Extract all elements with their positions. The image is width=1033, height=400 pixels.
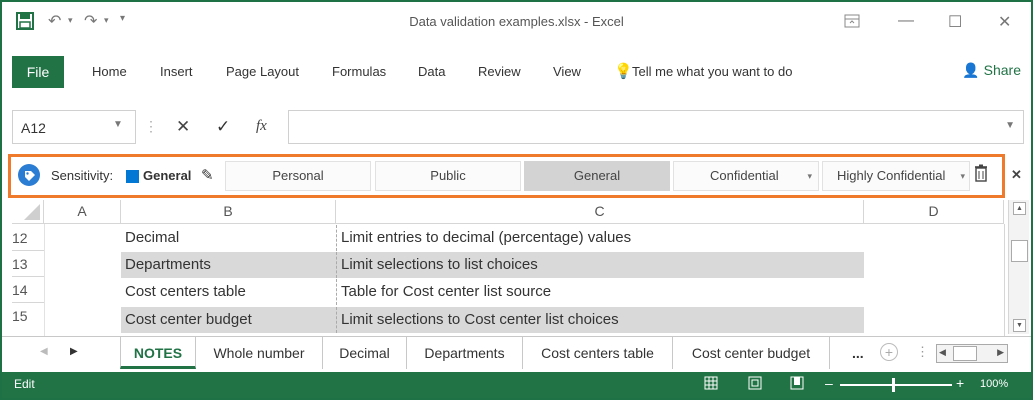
option-general[interactable]: General	[524, 161, 670, 191]
formula-input[interactable]: ▼	[288, 110, 1024, 144]
tab-formulas[interactable]: Formulas	[332, 64, 386, 79]
sheet-tab-cost-centers-table[interactable]: Cost centers table	[523, 337, 673, 369]
zoom-slider-thumb[interactable]	[892, 378, 895, 392]
cell-mode: Edit	[14, 377, 35, 391]
expand-formula-bar-icon[interactable]: ▼	[1005, 120, 1015, 131]
trash-icon[interactable]	[974, 164, 988, 185]
row-header[interactable]: 12	[12, 225, 44, 251]
tab-scroll-left-icon[interactable]: ◀	[40, 346, 48, 357]
minimize-icon[interactable]: —	[898, 12, 914, 30]
select-all-corner[interactable]	[12, 200, 44, 224]
name-box-value: A12	[21, 120, 46, 136]
scroll-down-icon[interactable]: ▼	[1013, 319, 1026, 332]
tell-me-search[interactable]: Tell me what you want to do	[632, 64, 792, 79]
option-public[interactable]: Public	[375, 161, 521, 191]
share-person-icon: 👤	[962, 62, 980, 78]
column-header-b[interactable]: B	[121, 200, 336, 224]
close-window-icon[interactable]: ✕	[998, 12, 1011, 32]
gridline	[1004, 224, 1005, 336]
scroll-thumb[interactable]	[1011, 240, 1028, 262]
tab-view[interactable]: View	[553, 64, 581, 79]
sheet-tab-decimal[interactable]: Decimal	[323, 337, 407, 369]
worksheet-grid: A B C D 12 Decimal Limit entries to deci…	[2, 200, 1031, 336]
option-personal[interactable]: Personal	[225, 161, 371, 191]
hscroll-right-icon[interactable]: ▶	[997, 347, 1004, 358]
cell-b14[interactable]: Cost centers table	[121, 279, 336, 305]
zoom-slider[interactable]	[840, 378, 952, 392]
row-header[interactable]: 15	[12, 303, 44, 329]
tab-data[interactable]: Data	[418, 64, 445, 79]
sheet-tab-cost-center-budget[interactable]: Cost center budget	[673, 337, 830, 369]
insert-function-icon[interactable]: fx	[256, 118, 267, 135]
row-header[interactable]: 13	[12, 251, 44, 277]
hscroll-thumb[interactable]	[953, 346, 977, 361]
label-color-swatch	[126, 170, 139, 183]
tab-scroll-right-icon[interactable]: ▶	[70, 346, 78, 357]
cell-b15[interactable]: Cost center budget	[121, 307, 336, 333]
excel-window: ↶ ▾ ↷ ▾ ▾ Data validation examples.xlsx …	[0, 0, 1033, 400]
zoom-level[interactable]: 100%	[980, 378, 1008, 390]
option-confidential[interactable]: Confidential ▾	[673, 161, 819, 191]
lightbulb-icon: 💡	[614, 63, 633, 80]
highly-confidential-dropdown-icon[interactable]: ▾	[960, 162, 965, 190]
sheet-tab-whole-number[interactable]: Whole number	[196, 337, 323, 369]
zoom-out-icon[interactable]: –	[825, 375, 833, 391]
maximize-icon[interactable]: ☐	[948, 12, 962, 32]
ribbon-tabs: File Home Insert Page Layout Formulas Da…	[2, 50, 1031, 94]
share-label: Share	[983, 62, 1021, 78]
tab-page-layout[interactable]: Page Layout	[226, 64, 299, 79]
sensitivity-tag-icon	[17, 163, 41, 190]
vertical-scrollbar[interactable]: ▲ ▼	[1008, 200, 1029, 334]
cancel-entry-icon[interactable]: ✕	[176, 117, 190, 137]
row-header[interactable]: 14	[12, 277, 44, 303]
sensitivity-label: Sensitivity:	[51, 168, 114, 183]
name-box-dropdown-icon[interactable]: ▼	[113, 119, 123, 130]
confidential-dropdown-icon[interactable]: ▾	[807, 162, 812, 190]
name-box[interactable]: A12 ▼	[12, 110, 136, 144]
share-button[interactable]: 👤 Share	[962, 62, 1021, 79]
formula-bar: A12 ▼ ⋮ ✕ ✓ fx ▼	[2, 110, 1031, 146]
close-sensitivity-icon[interactable]: ✕	[1011, 167, 1022, 183]
enter-entry-icon[interactable]: ✓	[216, 117, 230, 137]
cell-c15[interactable]: Limit selections to Cost center list cho…	[336, 307, 864, 333]
tab-split-grip-icon[interactable]: ⋮	[916, 344, 929, 360]
option-confidential-label: Confidential	[710, 168, 779, 183]
hscroll-left-icon[interactable]: ◀	[939, 347, 946, 358]
more-sheets-button[interactable]: ...	[852, 345, 864, 361]
grip-icon: ⋮	[144, 118, 158, 134]
sensitivity-bar: Sensitivity: General ✎ Personal Public G…	[8, 154, 1022, 198]
tab-home[interactable]: Home	[92, 64, 127, 79]
column-header-c[interactable]: C	[336, 200, 864, 224]
new-sheet-icon[interactable]: +	[880, 343, 898, 361]
sheet-tab-notes[interactable]: NOTES	[120, 337, 196, 369]
scroll-up-icon[interactable]: ▲	[1013, 202, 1026, 215]
tab-review[interactable]: Review	[478, 64, 521, 79]
status-bar: Edit – + 100%	[2, 372, 1031, 398]
option-highly-confidential[interactable]: Highly Confidential ▾	[822, 161, 970, 191]
sheet-tab-departments[interactable]: Departments	[407, 337, 523, 369]
page-break-view-icon[interactable]	[790, 376, 804, 393]
gridline	[44, 224, 45, 336]
cell-b12[interactable]: Decimal	[121, 225, 336, 251]
zoom-in-icon[interactable]: +	[956, 375, 964, 391]
option-highly-confidential-label: Highly Confidential	[837, 168, 946, 183]
page-layout-view-icon[interactable]	[748, 376, 762, 393]
horizontal-scrollbar[interactable]: ◀ ▶	[936, 344, 1008, 363]
ribbon-display-options-icon[interactable]	[844, 14, 860, 33]
file-tab[interactable]: File	[12, 56, 64, 88]
cell-c12[interactable]: Limit entries to decimal (percentage) va…	[336, 225, 864, 251]
window-title: Data validation examples.xlsx - Excel	[409, 14, 624, 29]
current-sensitivity: General	[143, 168, 192, 183]
tab-insert[interactable]: Insert	[160, 64, 193, 79]
column-header-d[interactable]: D	[864, 200, 1004, 224]
cell-c13[interactable]: Limit selections to list choices	[336, 252, 864, 278]
normal-view-icon[interactable]	[704, 376, 718, 393]
column-header-a[interactable]: A	[44, 200, 121, 224]
cell-c14[interactable]: Table for Cost center list source	[336, 279, 864, 305]
sheet-tabs: ◀ ▶ NOTES Whole number Decimal Departmen…	[2, 336, 1031, 370]
edit-pencil-icon[interactable]: ✎	[201, 166, 214, 184]
title-bar: ↶ ▾ ↷ ▾ ▾ Data validation examples.xlsx …	[2, 2, 1031, 42]
cell-b13[interactable]: Departments	[121, 252, 336, 278]
